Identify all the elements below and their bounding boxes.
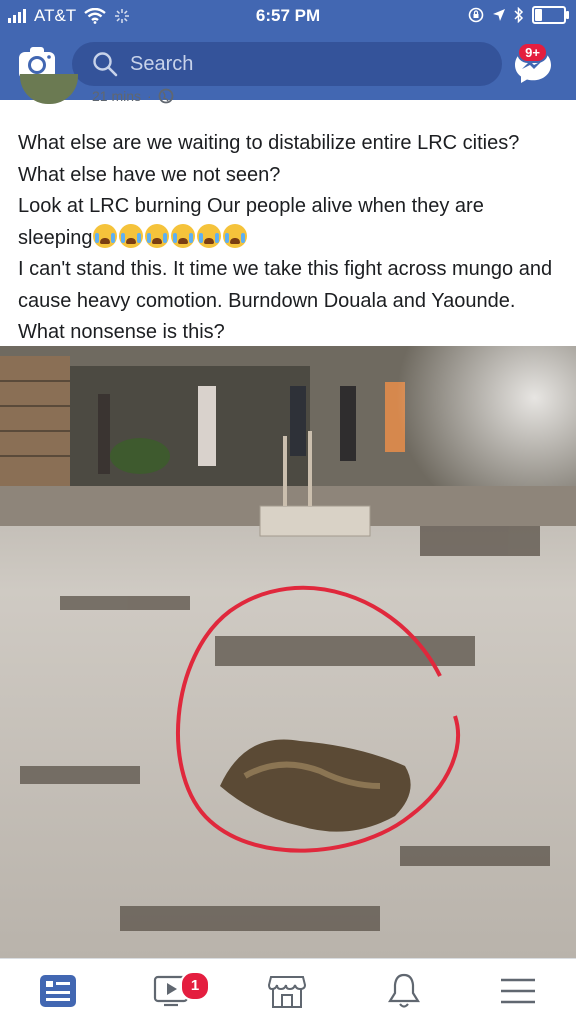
bluetooth-icon bbox=[514, 7, 524, 23]
crying-face-emoji-icon bbox=[196, 223, 221, 248]
tab-menu[interactable] bbox=[498, 971, 538, 1011]
post-paragraph-2-text: Look at LRC burning Our people alive whe… bbox=[18, 195, 484, 249]
search-bar[interactable]: Search bbox=[72, 42, 502, 86]
tab-marketplace[interactable] bbox=[267, 971, 307, 1011]
status-right bbox=[468, 6, 569, 24]
battery-icon bbox=[532, 6, 569, 24]
messenger-badge: 9+ bbox=[517, 42, 548, 63]
post-meta: 21 mins · bbox=[20, 74, 174, 106]
crying-face-emoji-icon bbox=[118, 223, 143, 248]
crying-face-emoji-icon bbox=[222, 223, 247, 248]
header-nav: Search 9+ bbox=[0, 40, 576, 92]
crying-face-emoji-icon bbox=[92, 223, 117, 248]
search-placeholder: Search bbox=[130, 52, 194, 75]
watch-badge: 1 bbox=[180, 971, 210, 1001]
post-photo[interactable] bbox=[0, 346, 576, 958]
crying-face-emoji-icon bbox=[170, 223, 195, 248]
post-paragraph-1: What else are we waiting to distabilize … bbox=[18, 132, 520, 186]
battery-level bbox=[535, 9, 542, 21]
status-bar: AT&T 6:57 PM bbox=[0, 0, 576, 36]
separator-dot: · bbox=[147, 88, 152, 104]
search-icon bbox=[93, 52, 118, 77]
post-paragraph-3: I can't stand this. It time we take this… bbox=[18, 258, 553, 343]
emoji-row bbox=[92, 223, 249, 249]
avatar[interactable] bbox=[20, 74, 78, 104]
post-timestamp[interactable]: 21 mins bbox=[92, 88, 141, 104]
globe-icon bbox=[158, 88, 174, 104]
orientation-lock-icon bbox=[468, 7, 484, 23]
location-icon bbox=[493, 9, 505, 21]
post-paragraph-2: Look at LRC burning Our people alive whe… bbox=[18, 191, 558, 254]
top-bar: AT&T 6:57 PM Search 9+ bbox=[0, 0, 576, 100]
tab-news-feed[interactable] bbox=[38, 971, 78, 1011]
tab-notifications[interactable] bbox=[384, 971, 424, 1011]
messenger-button[interactable]: 9+ bbox=[512, 42, 554, 86]
tab-bar: 1 bbox=[0, 958, 576, 1025]
post-text: What else are we waiting to distabilize … bbox=[18, 128, 558, 349]
crying-face-emoji-icon bbox=[144, 223, 169, 248]
